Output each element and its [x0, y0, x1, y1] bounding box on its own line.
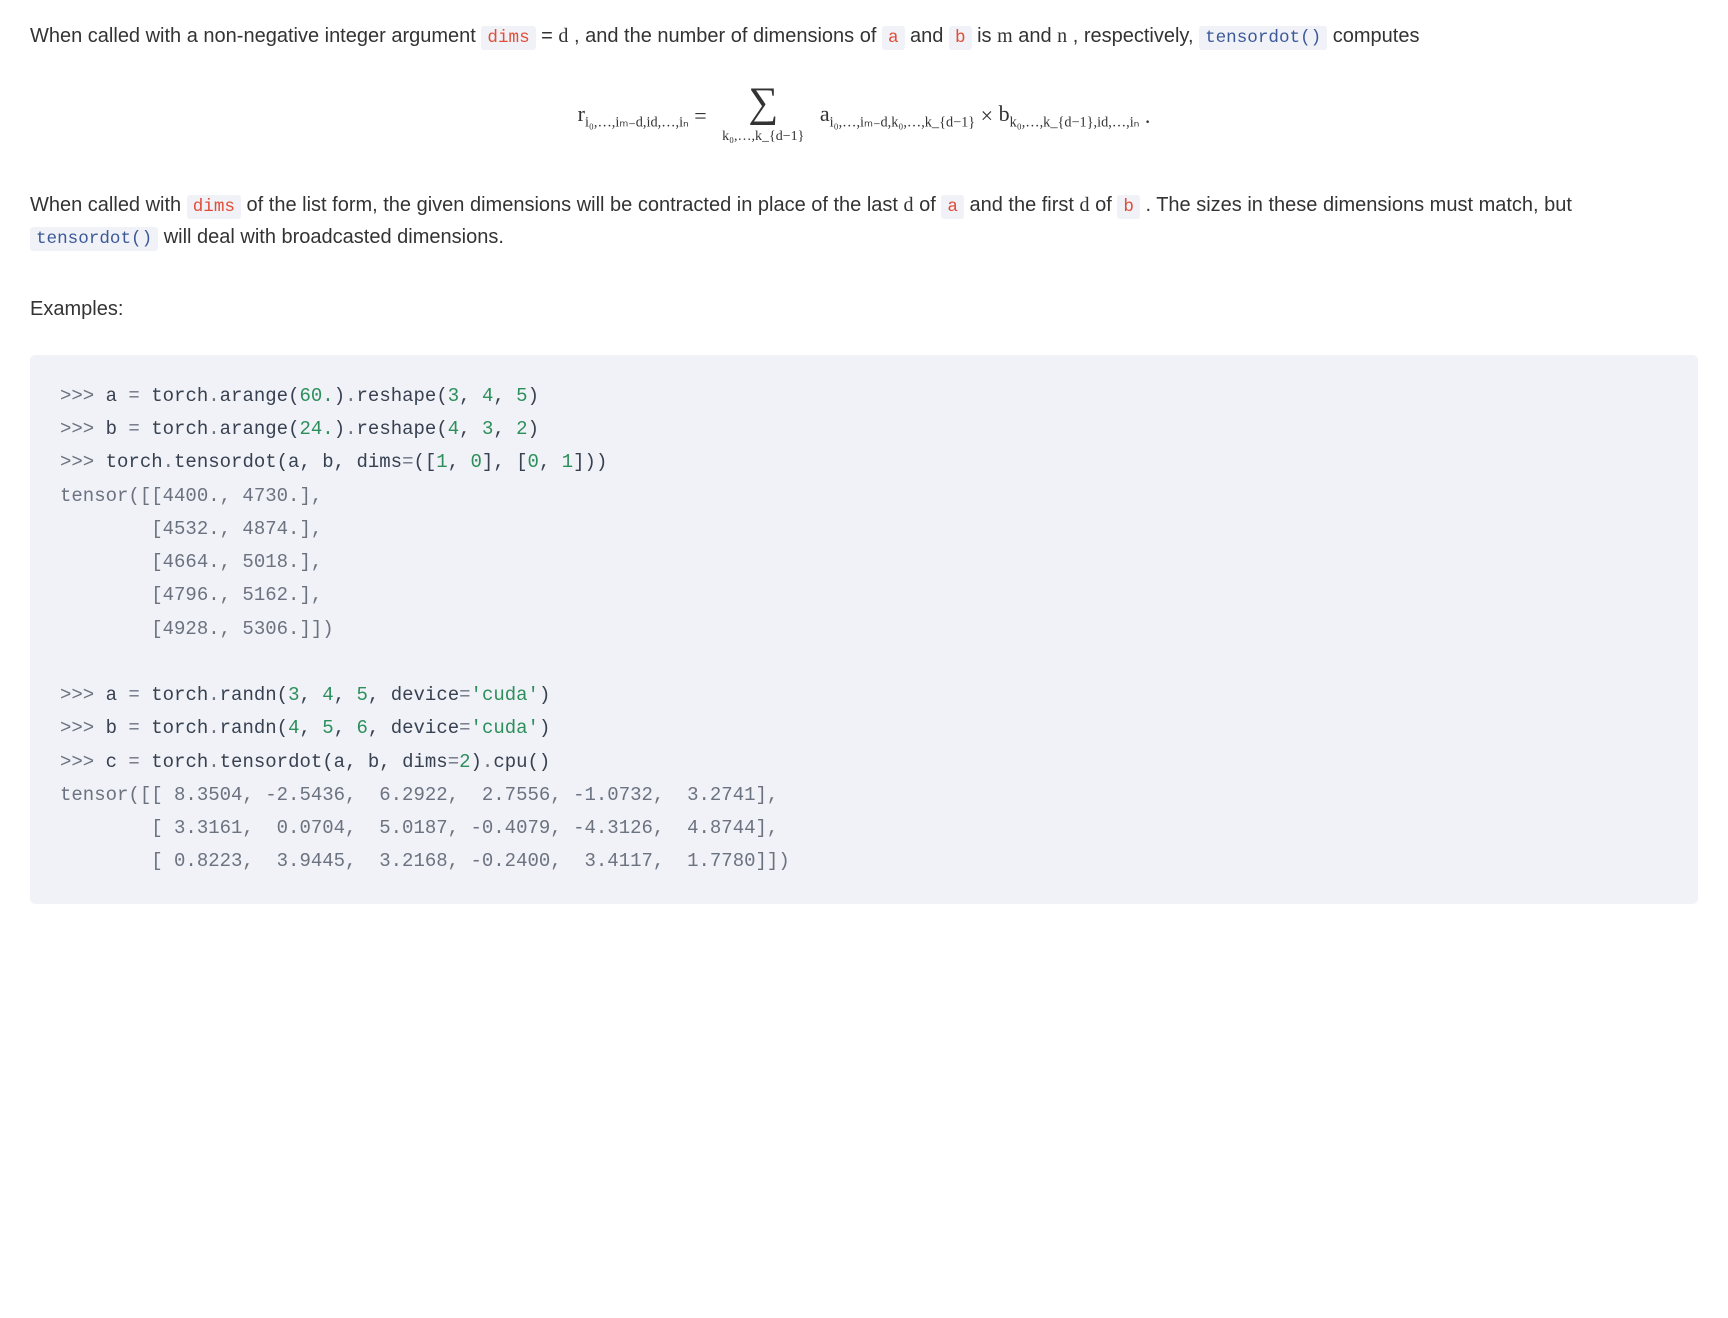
description-paragraph-2: When called with dims of the list form, …	[30, 189, 1698, 253]
formula-tensordot: ri₀,…,iₘ₋d,id,…,iₙ = ∑ k₀,…,k_{d−1} ai₀,…	[30, 82, 1698, 148]
sigma-symbol: ∑	[722, 82, 804, 124]
link-tensordot-2[interactable]: tensordot()	[30, 227, 158, 251]
code-b-2: b	[1117, 195, 1140, 219]
code-example: >>> a = torch.arange(60.).reshape(3, 4, …	[30, 355, 1698, 904]
code-b: b	[949, 26, 972, 50]
code-a: a	[882, 26, 905, 50]
code-a-2: a	[941, 195, 964, 219]
description-paragraph-1: When called with a non-negative integer …	[30, 20, 1698, 52]
link-tensordot[interactable]: tensordot()	[1199, 26, 1327, 50]
examples-heading: Examples:	[30, 293, 1698, 325]
code-dims-2: dims	[187, 195, 241, 219]
code-dims: dims	[481, 26, 535, 50]
